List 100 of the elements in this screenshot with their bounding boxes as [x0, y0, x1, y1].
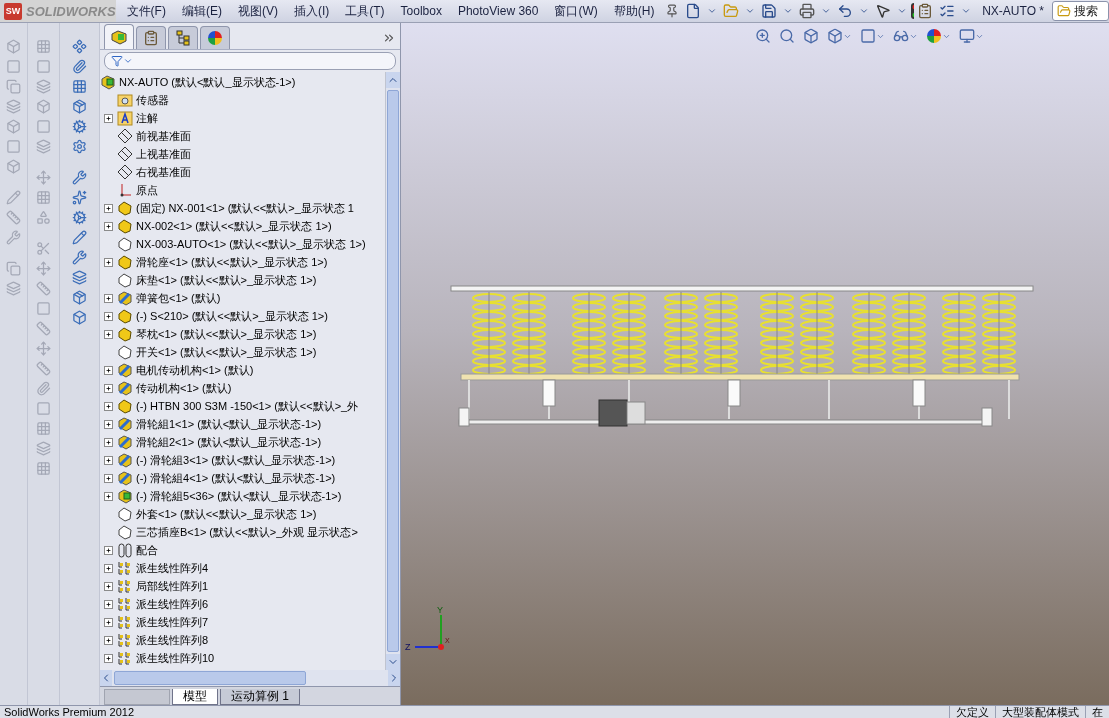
glasses-icon[interactable] — [893, 28, 909, 44]
menu-item[interactable]: 视图(V) — [229, 2, 286, 20]
expand-toggle-icon[interactable] — [104, 437, 113, 447]
scroll-up-button[interactable] — [386, 72, 400, 88]
caret-icon[interactable] — [123, 56, 133, 66]
pencil-icon[interactable] — [72, 230, 88, 245]
zoom-icon[interactable] — [779, 28, 795, 44]
tree-item-label[interactable]: 原点 — [136, 182, 158, 198]
expand-toggle-icon[interactable] — [104, 545, 113, 555]
tree-item-label[interactable]: 开关<1> (默认<<默认>_显示状态 1>) — [136, 344, 317, 360]
tree-item-label[interactable]: NX-AUTO (默认<默认_显示状态-1>) — [119, 74, 296, 90]
expand-toggle-icon[interactable] — [104, 203, 113, 213]
settings-icon[interactable] — [72, 139, 88, 154]
tree-item-label[interactable]: 滑轮組2<1> (默认<默认_显示状态-1>) — [136, 434, 322, 450]
panel-tab[interactable] — [136, 26, 166, 49]
expand-toggle-icon[interactable] — [104, 599, 113, 609]
menu-item[interactable]: 窗口(W) — [546, 2, 606, 20]
tree-item-label[interactable]: 电机传动机构<1> (默认) — [136, 362, 254, 378]
grid-icon[interactable] — [72, 79, 88, 94]
tree-item-label[interactable]: 滑轮組1<1> (默认<默认_显示状态-1>) — [136, 416, 322, 432]
expand-icon[interactable] — [382, 31, 396, 45]
tree-item-label[interactable]: 派生线性阵列7 — [136, 614, 209, 630]
monitor-icon[interactable] — [959, 28, 975, 44]
panel-tab[interactable] — [168, 26, 198, 49]
expand-toggle-icon[interactable] — [104, 401, 113, 411]
tree-item-label[interactable]: 注解 — [136, 110, 158, 126]
tree-item-label[interactable]: 三芯插座B<1> (默认<<默认>_外观 显示状态> — [136, 524, 358, 540]
menu-item[interactable]: 插入(I) — [285, 2, 338, 20]
menu-item[interactable]: PhotoView 360 — [449, 4, 547, 18]
gear-icon[interactable] — [72, 210, 88, 225]
tree-item-label[interactable]: 配合 — [136, 542, 158, 558]
filter-icon[interactable] — [111, 55, 123, 67]
scroll-left-button[interactable] — [100, 670, 112, 686]
panel-tab[interactable] — [200, 26, 230, 49]
tree-item-label[interactable]: (-) 滑轮組5<36> (默认<默认_显示状态-1>) — [136, 488, 342, 504]
tree-item-label[interactable]: 派生线性阵列4 — [136, 560, 209, 576]
wrench-icon[interactable] — [72, 170, 88, 185]
expand-toggle-icon[interactable] — [104, 473, 113, 483]
search-box[interactable]: 搜索 — [1052, 1, 1109, 21]
expand-toggle-icon[interactable] — [104, 365, 113, 375]
menu-item[interactable]: 工具(T) — [337, 2, 393, 20]
cube-icon[interactable] — [72, 310, 88, 325]
tree-item-label[interactable]: 传感器 — [136, 92, 169, 108]
package-icon[interactable] — [72, 290, 88, 305]
scrollbar-thumb[interactable] — [114, 671, 306, 685]
expand-toggle-icon[interactable] — [104, 563, 113, 573]
tree-item-label[interactable]: 外套<1> (默认<<默认>_显示状态 1>) — [136, 506, 317, 522]
expand-toggle-icon[interactable] — [104, 635, 113, 645]
bottom-tab[interactable]: 运动算例 1 — [220, 689, 300, 705]
paperclip-icon[interactable] — [36, 381, 52, 396]
expand-toggle-icon[interactable] — [104, 113, 113, 123]
tree-item-label[interactable]: 琴枕<1> (默认<<默认>_显示状态 1>) — [136, 326, 317, 342]
tree-item-label[interactable]: 传动机构<1> (默认) — [136, 380, 232, 396]
expand-toggle-icon[interactable] — [104, 491, 113, 501]
expand-toggle-icon[interactable] — [104, 581, 113, 591]
tree-item-label[interactable]: 局部线性阵列1 — [136, 578, 209, 594]
tree-item-label[interactable]: (-) 滑轮組4<1> (默认<默认_显示状态-1>) — [136, 470, 336, 486]
expand-toggle-icon[interactable] — [104, 257, 113, 267]
tree-item-label[interactable]: 派生线性阵列10 — [136, 650, 215, 666]
tree-item-label[interactable]: 上视基准面 — [136, 146, 191, 162]
tree-item-label[interactable]: (固定) NX-001<1> (默认<<默认>_显示状态 1 — [136, 200, 354, 216]
tree-item-label[interactable]: 派生线性阵列8 — [136, 632, 209, 648]
expand-toggle-icon[interactable] — [104, 419, 113, 429]
tree-item-label[interactable]: 床垫<1> (默认<<默认>_显示状态 1>) — [136, 272, 317, 288]
tree-item-label[interactable]: 滑轮座<1> (默认<<默认>_显示状态 1>) — [136, 254, 328, 270]
menu-item[interactable]: 文件(F) — [118, 2, 174, 20]
tree-item-label[interactable]: 弹簧包<1> (默认) — [136, 290, 221, 306]
expand-toggle-icon[interactable] — [104, 221, 113, 231]
scroll-down-button[interactable] — [386, 654, 400, 670]
wrench-icon[interactable] — [72, 250, 88, 265]
paperclip-icon[interactable] — [72, 59, 88, 74]
tree-item-label[interactable]: (-) 滑轮組3<1> (默认<默认_显示状态-1>) — [136, 452, 336, 468]
menu-item[interactable]: 帮助(H) — [605, 2, 663, 20]
tree-item-label[interactable]: (-) S<210> (默认<<默认>_显示状态 1>) — [136, 308, 328, 324]
traffic-light-icon[interactable] — [910, 2, 915, 20]
sparkles-icon[interactable] — [72, 190, 88, 205]
tree-item-label[interactable]: (-) HTBN 300 S3M -150<1> (默认<<默认>_外 — [136, 398, 359, 414]
tree-item-label[interactable]: 前视基准面 — [136, 128, 191, 144]
bottom-tab[interactable]: 模型 — [172, 689, 218, 705]
menu-item[interactable]: 编辑(E) — [173, 2, 230, 20]
expand-toggle-icon[interactable] — [104, 383, 113, 393]
zoom-icon[interactable] — [755, 28, 771, 44]
gear-icon[interactable] — [72, 119, 88, 134]
expand-toggle-icon[interactable] — [104, 329, 113, 339]
scroll-right-button[interactable] — [388, 670, 400, 686]
folder-icon[interactable] — [1057, 4, 1071, 18]
tree-item-label[interactable]: NX-002<1> (默认<<默认>_显示状态 1>) — [136, 218, 332, 234]
tree-item-label[interactable]: 派生线性阵列6 — [136, 596, 209, 612]
cube-icon[interactable] — [827, 28, 843, 44]
expand-toggle-icon[interactable] — [104, 617, 113, 627]
expand-toggle-icon[interactable] — [104, 455, 113, 465]
component-icon[interactable] — [72, 39, 88, 54]
panel-tab[interactable] — [104, 24, 134, 49]
cube-icon[interactable] — [803, 28, 819, 44]
tree-item-label[interactable]: NX-003-AUTO<1> (默认<<默认>_显示状态 1>) — [136, 236, 366, 252]
expand-toggle-icon[interactable] — [104, 311, 113, 321]
expand-toggle-icon[interactable] — [104, 653, 113, 663]
layers-icon[interactable] — [72, 270, 88, 285]
menu-item[interactable]: Toolbox — [392, 4, 450, 18]
square-icon[interactable] — [860, 28, 876, 44]
